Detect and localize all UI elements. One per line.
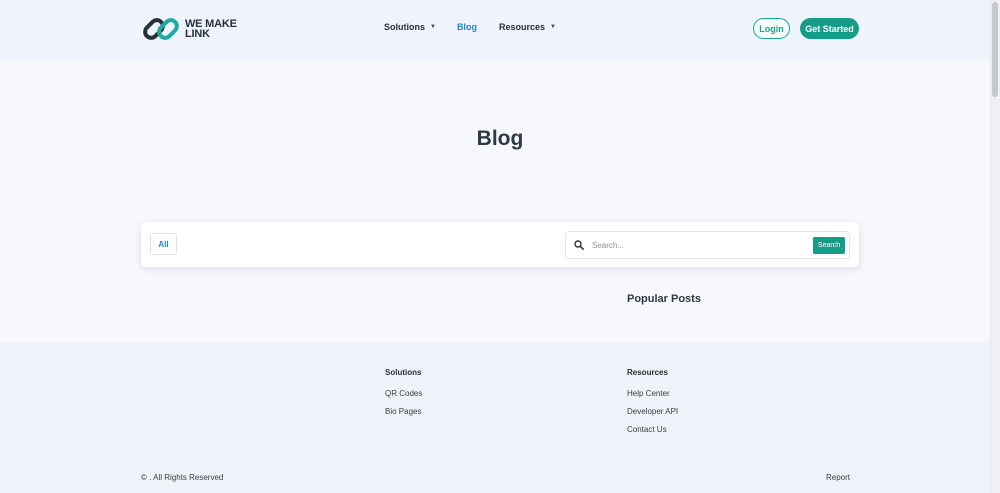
filter-bar: All Search (141, 222, 859, 267)
page: WE MAKE LINK Solutions ▼ Blog Resources … (0, 0, 1000, 493)
get-started-button[interactable]: Get Started (800, 18, 859, 39)
site-header: WE MAKE LINK Solutions ▼ Blog Resources … (0, 0, 990, 60)
footer-solutions-heading: Solutions (385, 368, 422, 377)
search-icon (574, 240, 584, 250)
page-scrollbar[interactable] (990, 0, 1000, 493)
copyright-text: © . All Rights Reserved (141, 473, 224, 482)
footer-link-bio-pages[interactable]: Bio Pages (385, 407, 422, 417)
report-link[interactable]: Report (826, 473, 850, 482)
scrollbar-thumb[interactable] (992, 2, 998, 97)
footer-solutions: Solutions QR Codes Bio Pages (385, 368, 422, 425)
footer-link-contact-us[interactable]: Contact Us (627, 425, 678, 435)
filter-all-button[interactable]: All (150, 233, 177, 255)
footer-resources: Resources Help Center Developer API Cont… (627, 368, 678, 443)
footer-link-developer-api[interactable]: Developer API (627, 407, 678, 417)
nav-solutions[interactable]: Solutions ▼ (384, 22, 436, 32)
nav-resources[interactable]: Resources ▼ (499, 22, 556, 32)
login-button[interactable]: Login (753, 18, 790, 39)
logo[interactable]: WE MAKE LINK (141, 13, 245, 45)
chain-link-icon (143, 18, 179, 40)
nav-blog-label: Blog (456, 22, 477, 32)
nav-blog[interactable]: Blog (457, 22, 477, 32)
logo-text: WE MAKE LINK (185, 19, 245, 40)
page-title: Blog (476, 127, 524, 150)
popular-posts-title: Popular Posts (627, 293, 701, 305)
nav-resources-label: Resources (498, 22, 545, 32)
main-nav: Solutions ▼ Blog Resources ▼ (384, 22, 556, 32)
search-box: Search (565, 231, 850, 259)
caret-down-icon: ▼ (430, 24, 436, 30)
footer-link-help-center[interactable]: Help Center (627, 389, 678, 399)
logo-text-line2: LINK (185, 28, 210, 40)
search-input[interactable] (592, 237, 807, 254)
nav-solutions-label: Solutions (384, 22, 425, 32)
search-button[interactable]: Search (813, 237, 845, 254)
footer-link-qr-codes[interactable]: QR Codes (385, 389, 422, 399)
footer-resources-heading: Resources (627, 368, 668, 377)
site-footer: Solutions QR Codes Bio Pages Resources H… (0, 342, 990, 493)
caret-down-icon: ▼ (549, 24, 556, 30)
